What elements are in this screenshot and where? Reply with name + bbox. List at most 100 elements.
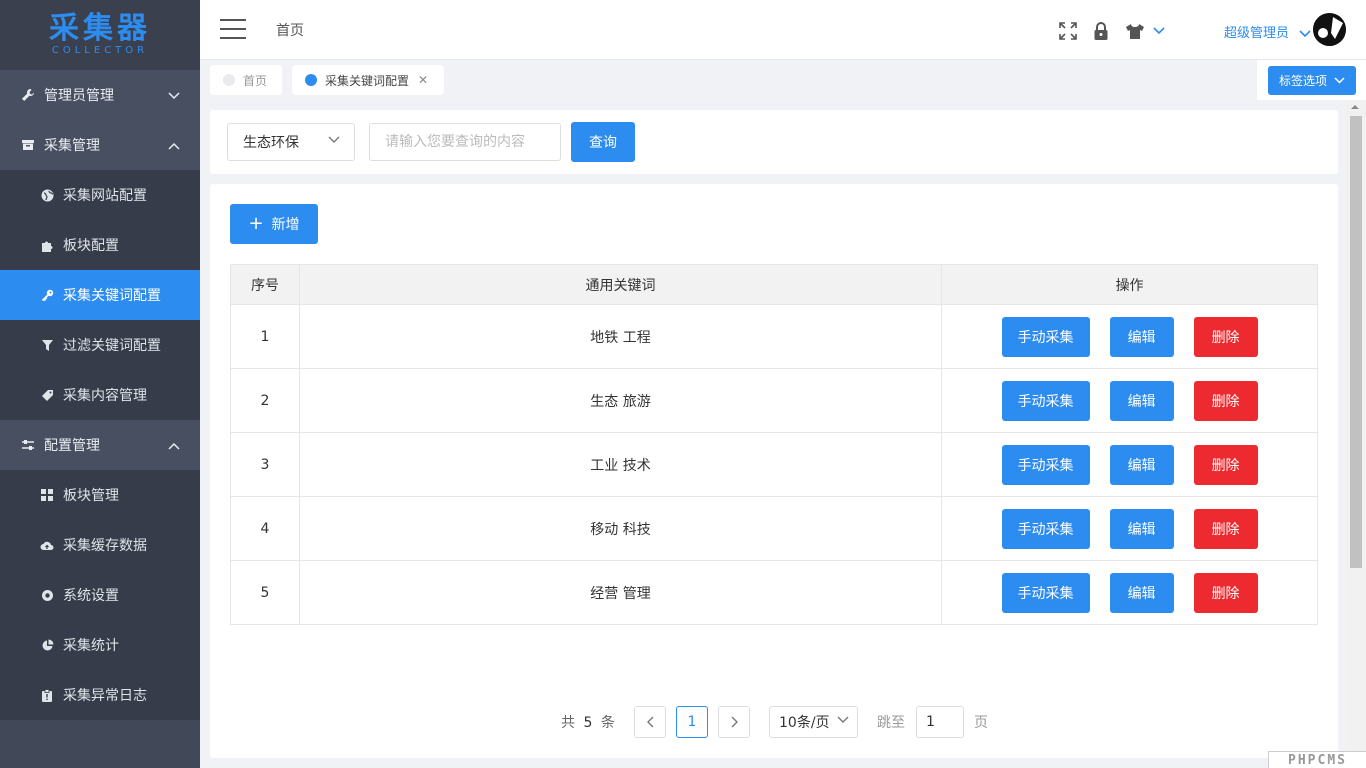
sidebar-item-statistics[interactable]: 采集统计 [0,620,200,670]
sidebar-item-site-config[interactable]: 采集网站配置 [0,170,200,220]
chevron-up-icon [168,138,180,154]
jump-label: 跳至 [877,715,905,731]
filter-icon [40,338,54,352]
delete-button[interactable]: 删除 [1193,380,1258,421]
row-actions: 手动采集 编辑 删除 [941,432,1318,497]
column-header: 操作 [941,264,1318,305]
page-number-button[interactable]: 1 [676,706,708,738]
sidebar-item-label: 采集网站配置 [63,188,147,204]
sidebar-item-block-manage[interactable]: 板块管理 [0,470,200,520]
column-header: 通用关键词 [298,264,943,305]
sidebar-item-system-settings[interactable]: 系统设置 [0,570,200,620]
sidebar-item-keyword-config[interactable]: 采集关键词配置 [0,270,200,320]
breadcrumb[interactable]: 首页 [276,20,304,40]
sidebar-item-filter-config[interactable]: 过滤关键词配置 [0,320,200,370]
chevron-right-icon [731,716,738,728]
sliders-icon [20,437,36,453]
table-row: 4 移动 科技 手动采集 编辑 删除 [230,496,1318,561]
row-index: 3 [230,432,300,497]
table-row: 2 生态 旅游 手动采集 编辑 删除 [230,368,1318,433]
menu-toggle-icon[interactable] [220,19,246,39]
scrollbar-thumb[interactable] [1350,116,1362,568]
prev-page-button[interactable] [634,706,666,738]
delete-button[interactable]: 删除 [1193,572,1258,613]
delete-button[interactable]: 删除 [1193,316,1258,357]
tag-options-label: 标签选项 [1278,74,1327,88]
puzzle-icon [40,238,54,252]
sidebar-item-error-log[interactable]: 采集异常日志 [0,670,200,720]
total-count: 5 [583,715,593,731]
user-menu[interactable]: 超级管理员 [1224,22,1311,41]
sidebar-item-label: 采集缓存数据 [63,538,147,554]
next-page-button[interactable] [718,706,750,738]
table-row: 5 经营 管理 手动采集 编辑 删除 [230,560,1318,625]
table-row: 3 工业 技术 手动采集 编辑 删除 [230,432,1318,497]
top-header: 首页 超级管理员 [200,0,1366,60]
chevron-down-icon [1299,29,1311,37]
main-card: + 新增 序号 通用关键词 操作 1 地铁 工程 手动采集 编辑 删除 2 生态… [210,184,1338,758]
sidebar-group-config[interactable]: 配置管理 [0,420,200,470]
sidebar-item-label: 采集内容管理 [63,388,147,404]
chevron-down-icon [837,716,849,723]
chevron-down-icon [1334,77,1345,84]
manual-collect-button[interactable]: 手动采集 [1001,572,1090,613]
sidebar-group-admin[interactable]: 管理员管理 [0,70,200,120]
pagination-total: 共 5 条 [561,712,615,732]
row-keyword: 生态 旅游 [298,368,943,433]
sidebar-group-collect[interactable]: 采集管理 [0,120,200,170]
search-input[interactable] [369,123,561,161]
tab-label: 首页 [243,73,268,88]
edit-button[interactable]: 编辑 [1109,380,1174,421]
tag-options-button[interactable]: 标签选项 [1268,66,1356,95]
inbox-icon [20,137,36,153]
edit-button[interactable]: 编辑 [1109,444,1174,485]
manual-collect-button[interactable]: 手动采集 [1001,508,1090,549]
page-size-select[interactable]: 10条/页 [769,706,858,738]
tag-options-wrap: 标签选项 [1257,60,1366,100]
sidebar-item-label: 板块配置 [63,238,119,254]
grid-icon [40,488,54,502]
row-keyword: 工业 技术 [298,432,943,497]
manual-collect-button[interactable]: 手动采集 [1001,380,1090,421]
sidebar-item-cache-data[interactable]: 采集缓存数据 [0,520,200,570]
edit-button[interactable]: 编辑 [1109,572,1174,613]
category-select[interactable]: 生态环保 [227,123,355,161]
tab-status-dot [305,74,317,86]
row-keyword: 地铁 工程 [298,304,943,369]
category-select-value: 生态环保 [243,135,299,151]
logo: 采集器 COLLECTOR [0,0,200,70]
row-keyword: 移动 科技 [298,496,943,561]
tshirt-icon[interactable] [1124,20,1146,42]
sidebar-group-label: 管理员管理 [44,88,114,104]
scroll-up-icon[interactable] [1350,103,1360,110]
delete-button[interactable]: 删除 [1193,444,1258,485]
sidebar-item-block-config[interactable]: 板块配置 [0,220,200,270]
manual-collect-button[interactable]: 手动采集 [1001,444,1090,485]
gear-icon [40,588,54,602]
add-button[interactable]: + 新增 [230,204,318,244]
avatar[interactable] [1313,13,1346,46]
delete-button[interactable]: 删除 [1193,508,1258,549]
user-name: 超级管理员 [1224,26,1290,41]
tab-keyword-config[interactable]: 采集关键词配置 ✕ [292,65,444,95]
edit-button[interactable]: 编辑 [1109,508,1174,549]
tab-home[interactable]: 首页 [210,65,282,95]
query-button[interactable]: 查询 [571,122,635,162]
row-keyword: 经营 管理 [298,560,943,625]
pie-chart-icon [40,638,54,652]
sidebar-item-content-manage[interactable]: 采集内容管理 [0,370,200,420]
vertical-scrollbar[interactable] [1346,100,1366,768]
keyword-table: 序号 通用关键词 操作 1 地铁 工程 手动采集 编辑 删除 2 生态 旅游 手… [230,264,1318,625]
jump-page-input[interactable] [916,706,964,738]
close-icon[interactable]: ✕ [418,73,428,87]
total-suffix: 条 [600,715,615,731]
chevron-down-icon[interactable] [1148,20,1170,42]
total-prefix: 共 [561,715,575,731]
sidebar-item-label: 采集关键词配置 [63,288,161,304]
edit-button[interactable]: 编辑 [1109,316,1174,357]
manual-collect-button[interactable]: 手动采集 [1001,316,1090,357]
sub-menu-collect: 采集网站配置 板块配置 采集关键词配置 过滤关键词配置 采集内容管理 [0,170,200,420]
sidebar-item-label: 过滤关键词配置 [63,338,161,354]
lock-icon[interactable] [1090,20,1112,42]
expand-icon[interactable] [1057,20,1079,42]
